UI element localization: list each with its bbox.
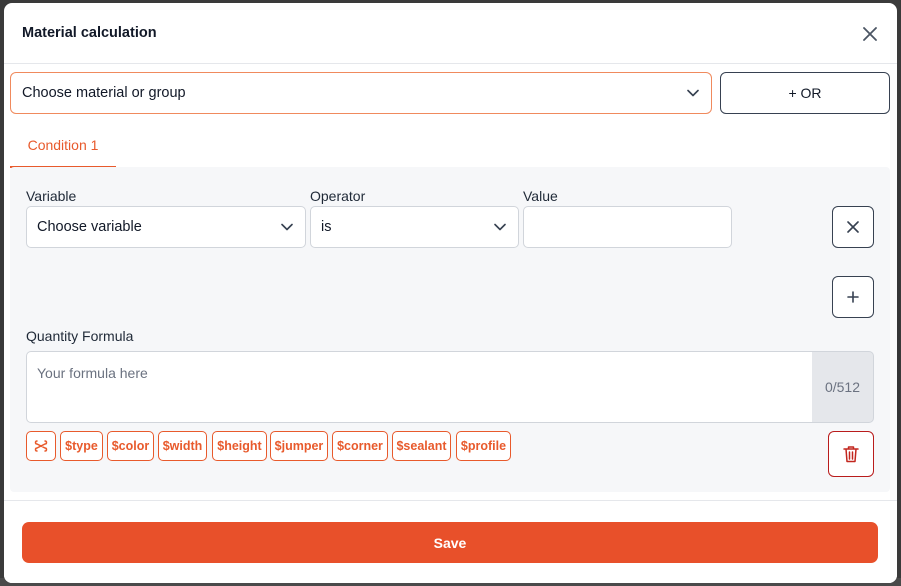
condition-panel: Variable Choose variable Operator is Val… — [10, 167, 890, 492]
delete-condition-button[interactable] — [828, 431, 874, 477]
character-counter: 0/512 — [812, 351, 874, 423]
variable-select-value: Choose variable — [37, 219, 142, 235]
variable-chip-profile[interactable]: $profile — [456, 431, 511, 461]
remove-condition-button[interactable] — [832, 206, 874, 248]
save-button[interactable]: Save — [22, 522, 878, 563]
variable-chip-jumper[interactable]: $jumper — [270, 431, 328, 461]
material-select[interactable]: Choose material or group — [10, 72, 712, 114]
modal-title: Material calculation — [22, 25, 157, 41]
trash-icon — [843, 446, 859, 463]
tab-condition-1[interactable]: Condition 1 — [10, 123, 116, 168]
operator-label: Operator — [310, 188, 366, 204]
variable-chip-type[interactable]: $type — [60, 431, 103, 461]
add-condition-button[interactable] — [832, 276, 874, 318]
chevron-down-icon — [494, 223, 506, 231]
modal-header: Material calculation — [4, 3, 897, 64]
variable-chip-corner[interactable]: $corner — [332, 431, 388, 461]
plus-icon — [847, 291, 859, 303]
function-chip[interactable] — [26, 431, 56, 461]
add-or-button[interactable]: + OR — [720, 72, 890, 114]
variable-chip-width[interactable]: $width — [158, 431, 207, 461]
variable-chip-color[interactable]: $color — [107, 431, 154, 461]
close-icon — [863, 27, 877, 41]
operator-select-value: is — [321, 219, 332, 235]
chevron-down-icon — [687, 89, 699, 97]
variable-label: Variable — [26, 188, 77, 204]
variable-chip-height[interactable]: $height — [212, 431, 267, 461]
variable-select[interactable]: Choose variable — [26, 206, 306, 248]
quantity-formula-label: Quantity Formula — [26, 328, 134, 344]
function-icon — [34, 440, 48, 452]
modal-footer: Save — [4, 500, 897, 583]
operator-select[interactable]: is — [310, 206, 519, 248]
material-select-value: Choose material or group — [22, 85, 186, 101]
close-button[interactable] — [860, 24, 880, 44]
material-calculation-modal: Material calculation Choose material or … — [4, 3, 897, 583]
formula-textarea[interactable] — [26, 351, 814, 423]
close-icon — [847, 221, 859, 233]
chevron-down-icon — [281, 223, 293, 231]
value-input[interactable] — [523, 206, 732, 248]
value-label: Value — [523, 188, 558, 204]
variable-chip-sealant[interactable]: $sealant — [392, 431, 451, 461]
